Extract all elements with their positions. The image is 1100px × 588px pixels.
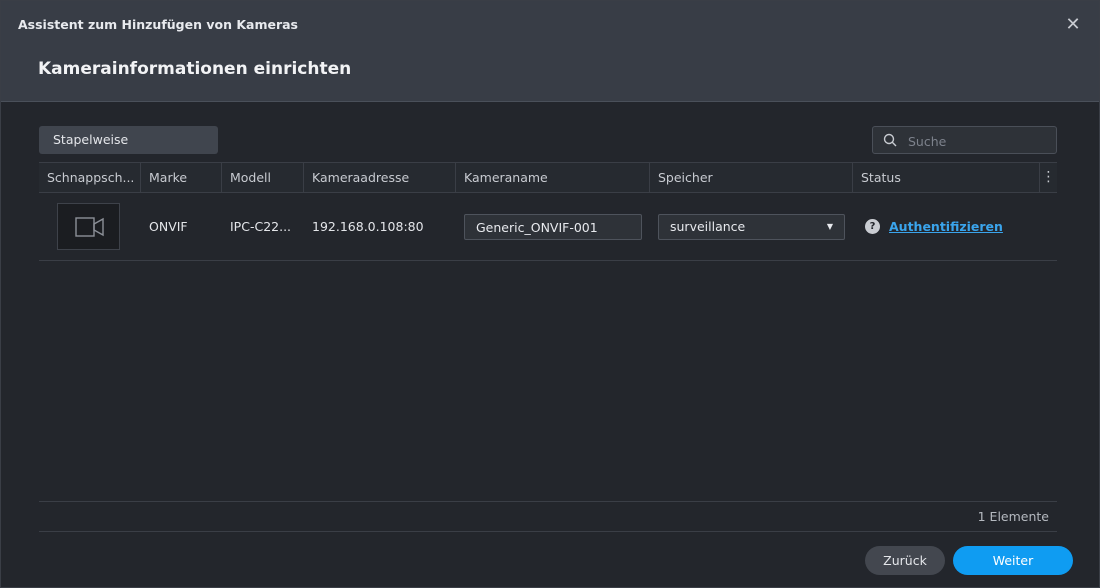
- wizard-header: Assistent zum Hinzufügen von Kameras ✕ K…: [1, 1, 1099, 102]
- table-header: Schnappsch... Marke Modell Kameraadresse…: [39, 162, 1057, 193]
- column-status[interactable]: Status: [853, 163, 1040, 192]
- search-box[interactable]: [872, 126, 1057, 155]
- caret-down-icon: ▼: [826, 222, 833, 231]
- page-title: Kamerainformationen einrichten: [38, 59, 352, 79]
- table-footer: 1 Elemente: [39, 501, 1057, 532]
- column-camera-name[interactable]: Kameraname: [456, 163, 650, 192]
- storage-select[interactable]: surveillance ▼: [658, 214, 845, 240]
- search-icon: [883, 133, 897, 147]
- cell-address: 192.168.0.108:80: [312, 219, 424, 234]
- authenticate-link[interactable]: Authentifizieren: [889, 193, 1003, 260]
- item-count: 1 Elemente: [977, 509, 1049, 524]
- cell-brand: ONVIF: [149, 219, 188, 234]
- column-model[interactable]: Modell: [222, 163, 304, 192]
- table-row[interactable]: ONVIF IPC-C22... 192.168.0.108:80 survei…: [39, 193, 1057, 261]
- next-button[interactable]: Weiter: [953, 546, 1073, 575]
- close-icon: ✕: [1065, 14, 1081, 35]
- help-icon[interactable]: ?: [865, 219, 880, 234]
- column-brand[interactable]: Marke: [141, 163, 222, 192]
- close-button[interactable]: ✕: [1063, 15, 1083, 35]
- add-camera-wizard-window: Assistent zum Hinzufügen von Kameras ✕ K…: [0, 0, 1100, 588]
- window-title: Assistent zum Hinzufügen von Kameras: [18, 17, 298, 32]
- camera-name-input[interactable]: [464, 214, 642, 240]
- camera-table: Schnappsch... Marke Modell Kameraadresse…: [39, 162, 1057, 261]
- column-address[interactable]: Kameraadresse: [304, 163, 456, 192]
- batch-manage-button[interactable]: Stapelweise verwalten▼: [39, 126, 218, 175]
- search-input[interactable]: [906, 127, 1055, 155]
- storage-value: surveillance: [670, 219, 746, 234]
- camera-icon: [75, 217, 104, 237]
- column-storage[interactable]: Speicher: [650, 163, 853, 192]
- column-snapshot[interactable]: Schnappsch...: [39, 163, 141, 192]
- snapshot-thumbnail: [57, 203, 120, 250]
- column-options-icon[interactable]: ⋮: [1040, 163, 1057, 192]
- back-button[interactable]: Zurück: [865, 546, 945, 575]
- cell-model: IPC-C22...: [230, 219, 292, 234]
